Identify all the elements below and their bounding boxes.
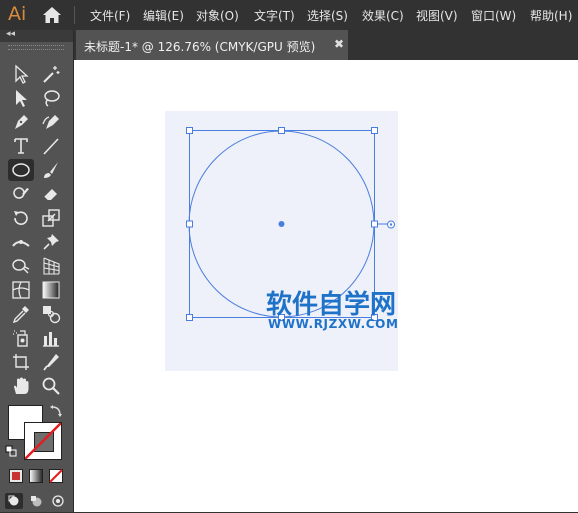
watermark-url: WWW.RJZXW.COM — [268, 317, 399, 331]
menu-effect[interactable]: 效果(C) — [362, 7, 404, 24]
menu-help[interactable]: 帮助(H) — [530, 7, 572, 24]
menu-window[interactable]: 窗口(W) — [471, 7, 516, 24]
artboard-icon — [13, 354, 29, 370]
symbol-sprayer-tool[interactable] — [8, 327, 34, 349]
none-mode-icon[interactable] — [49, 469, 63, 483]
hand-tool[interactable] — [8, 375, 34, 397]
type-t-icon — [14, 138, 28, 154]
perspective-grid-tool[interactable] — [38, 255, 64, 277]
line-segment-tool[interactable] — [38, 135, 64, 157]
direct-selection-tool[interactable] — [8, 87, 34, 109]
width-tool[interactable] — [8, 231, 34, 253]
default-fill-stroke-icon[interactable] — [5, 445, 17, 457]
shape-builder-tool[interactable] — [8, 255, 34, 277]
shaper-tool[interactable] — [8, 183, 34, 205]
app-logo: Ai — [8, 3, 27, 25]
eyedropper-icon — [12, 306, 29, 324]
gradient-mode-icon[interactable] — [29, 469, 43, 483]
curvature-pen-icon — [42, 115, 59, 129]
line-segment-icon — [43, 138, 59, 155]
slice-tool[interactable] — [38, 351, 64, 373]
pen-tool[interactable] — [8, 111, 34, 133]
puppet-warp-tool[interactable] — [38, 231, 64, 253]
column-graph-tool[interactable] — [38, 327, 64, 349]
type-tool[interactable] — [8, 135, 34, 157]
rotate-icon — [14, 211, 28, 225]
selection-tool[interactable] — [8, 63, 34, 85]
artboard-tool[interactable] — [8, 351, 34, 373]
menu-type[interactable]: 文字(T) — [254, 7, 295, 24]
shape-builder-icon — [12, 259, 30, 274]
gradient-icon — [42, 281, 60, 299]
menu-file[interactable]: 文件(F) — [90, 7, 130, 24]
draw-normal-button[interactable] — [5, 493, 23, 509]
magnifier-icon — [42, 377, 60, 395]
draw-normal-icon — [8, 495, 19, 506]
swap-fill-stroke-icon[interactable] — [49, 404, 63, 418]
magic-wand-tool[interactable] — [38, 63, 64, 85]
document-tab-bar: 未标题-1* @ 126.76% (CMYK/GPU 预览) ✖ — [74, 30, 578, 60]
hand-icon — [14, 377, 29, 394]
menu-view[interactable]: 视图(V) — [416, 7, 458, 24]
draw-behind-icon — [31, 496, 42, 507]
eraser-tool[interactable] — [38, 183, 64, 205]
stroke-swatch[interactable] — [24, 422, 62, 460]
ellipse-tool[interactable] — [8, 159, 34, 181]
column-graph-icon — [43, 332, 59, 347]
blend-tool[interactable] — [38, 303, 64, 325]
close-tab-icon[interactable]: ✖ — [334, 37, 344, 51]
rotate-tool[interactable] — [8, 207, 34, 229]
draw-inside-button[interactable] — [49, 493, 67, 509]
home-icon[interactable] — [42, 6, 62, 24]
knife-icon — [43, 354, 59, 371]
gradient-tool[interactable] — [38, 279, 64, 301]
magic-wand-icon — [43, 66, 60, 83]
menu-select[interactable]: 选择(S) — [307, 7, 348, 24]
width-icon — [12, 240, 30, 247]
zoom-tool[interactable] — [38, 375, 64, 397]
ellipse-icon — [12, 163, 30, 177]
symbol-sprayer-icon — [13, 330, 28, 347]
paintbrush-tool[interactable] — [38, 159, 64, 181]
menu-object[interactable]: 对象(O) — [196, 7, 239, 24]
artboard[interactable] — [165, 111, 398, 371]
selection-arrow-icon — [15, 64, 29, 84]
scale-tool[interactable] — [38, 207, 64, 229]
menu-bar: Ai 文件(F) 编辑(E) 对象(O) 文字(T) 选择(S) 效果(C) 视… — [0, 0, 578, 30]
tools-panel: ◂◂ — [0, 29, 74, 512]
draw-inside-icon — [52, 495, 64, 507]
watermark-site-name: 软件自学网 — [266, 290, 397, 320]
shaper-icon — [13, 187, 29, 199]
perspective-grid-icon — [43, 257, 60, 275]
pushpin-icon — [43, 234, 59, 250]
mesh-tool[interactable] — [8, 279, 34, 301]
collapse-panel-icon[interactable]: ◂◂ — [6, 29, 15, 39]
direct-selection-icon — [16, 90, 27, 107]
curvature-tool[interactable] — [38, 111, 64, 133]
mesh-icon — [12, 281, 30, 299]
menu-separator — [74, 6, 75, 24]
document-tab-title: 未标题-1* @ 126.76% (CMYK/GPU 预览) — [84, 40, 316, 54]
eraser-icon — [43, 189, 57, 203]
draw-behind-button[interactable] — [27, 493, 45, 509]
blend-icon — [43, 306, 61, 324]
paintbrush-icon — [44, 162, 58, 178]
color-mode-icon[interactable] — [9, 469, 23, 483]
lasso-icon — [44, 90, 60, 107]
pen-icon — [15, 115, 28, 129]
panel-grip[interactable] — [8, 45, 64, 50]
lasso-tool[interactable] — [38, 87, 64, 109]
document-tab[interactable]: 未标题-1* @ 126.76% (CMYK/GPU 预览) ✖ — [76, 30, 348, 60]
none-slash-icon — [25, 423, 61, 459]
scale-icon — [42, 209, 60, 227]
tools-panel-header: ◂◂ — [0, 29, 73, 42]
eyedropper-tool[interactable] — [8, 303, 34, 325]
menu-edit[interactable]: 编辑(E) — [143, 7, 184, 24]
